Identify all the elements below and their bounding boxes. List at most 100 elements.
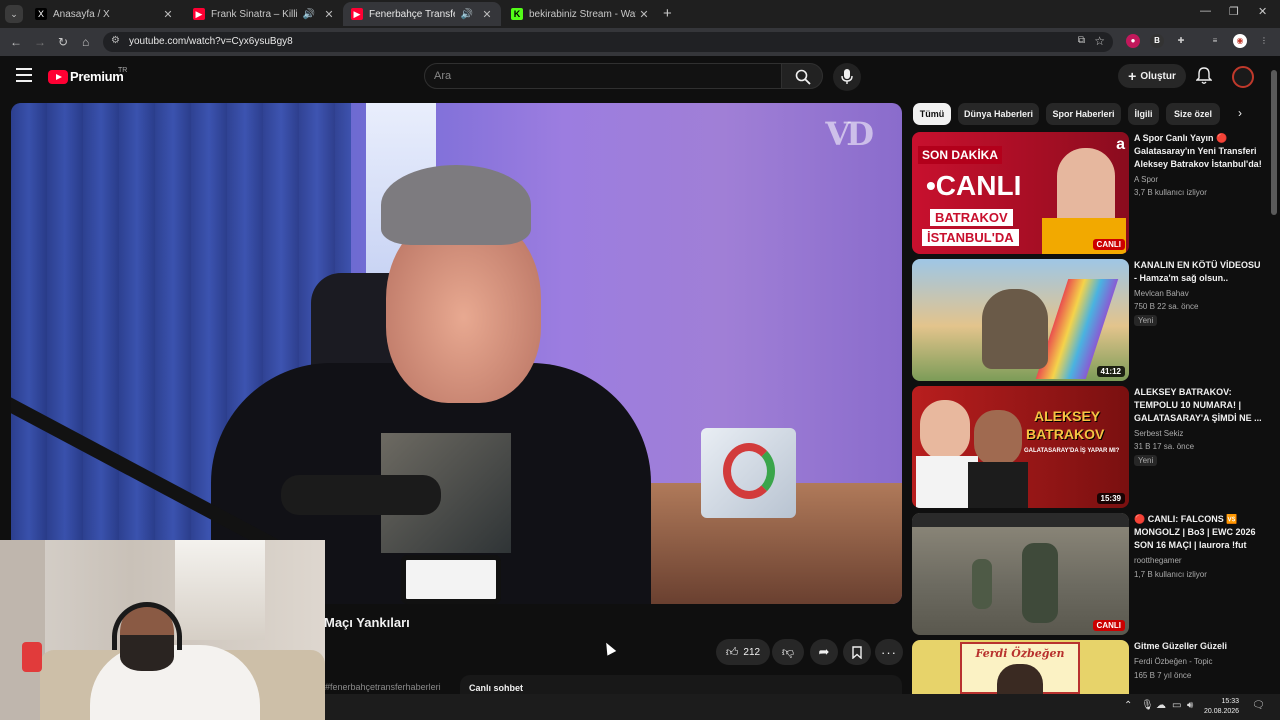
reading-list-icon[interactable]: ≡ bbox=[1208, 34, 1222, 48]
thumb-name-text: BATRAKOV bbox=[930, 209, 1013, 226]
hamburger-menu-icon[interactable] bbox=[16, 68, 32, 86]
install-app-icon[interactable]: ⧉ bbox=[1078, 35, 1085, 46]
more-horizontal-icon: ··· bbox=[881, 644, 897, 660]
bookmark-star-icon[interactable]: ☆ bbox=[1094, 34, 1105, 48]
like-button[interactable]: 👍︎ 212 bbox=[716, 639, 770, 665]
address-bar[interactable]: ⚙ youtube.com/watch?v=Cyx6ysuBgy8 ⧉ ☆ bbox=[103, 32, 1113, 52]
tray-microphone-icon[interactable]: 🎙︎ bbox=[1141, 700, 1154, 711]
recommendation-title[interactable]: ALEKSEY BATRAKOV: TEMPOLU 10 NUMARA! | G… bbox=[1134, 386, 1262, 425]
chip-all[interactable]: Tümü bbox=[913, 103, 951, 125]
create-button[interactable]: + Oluştur bbox=[1118, 64, 1186, 88]
recommendation-thumbnail[interactable]: Ferdi Özbeğen bbox=[912, 640, 1129, 694]
notifications-button[interactable] bbox=[1195, 67, 1213, 90]
profile-icon[interactable]: ◉ bbox=[1233, 34, 1247, 48]
thumb-rainbow-stairs bbox=[1035, 279, 1119, 379]
live-badge: CANLI bbox=[1092, 620, 1125, 631]
new-badge: Yeni bbox=[1134, 455, 1158, 466]
recommendation-channel[interactable]: A Spor bbox=[1134, 175, 1158, 184]
duration-badge: 15:39 bbox=[1096, 493, 1125, 504]
site-info-icon[interactable]: ⚙ bbox=[111, 35, 120, 46]
voice-search-button[interactable] bbox=[833, 63, 861, 91]
recommendation-channel[interactable]: Mevlcan Bahav bbox=[1134, 289, 1189, 298]
browser-tab-fenerbahce[interactable]: ▶ Fenerbahçe Transferleri Ne 🔊 ✕ bbox=[343, 2, 501, 26]
recommendation-thumbnail[interactable]: SON DAKİKA •CANLI BATRAKOV İSTANBUL'DA a… bbox=[912, 132, 1129, 254]
channel-watermark-logo[interactable]: VD bbox=[825, 115, 874, 153]
hashtag-link[interactable]: #fenerbahçetransferhaberleri bbox=[325, 682, 441, 692]
extension-icon[interactable]: B bbox=[1150, 34, 1164, 48]
recommendation-thumbnail[interactable]: CANLI bbox=[912, 513, 1129, 635]
recommendation-meta: 31 B 17 sa. önce bbox=[1134, 442, 1195, 451]
video-player[interactable]: VD bbox=[11, 103, 902, 604]
close-tab-icon[interactable]: ✕ bbox=[160, 8, 176, 21]
browser-tab-bar: ⌄ X Anasayfa / X ✕ ▶ Frank Sinatra – Kil… bbox=[0, 0, 1280, 28]
taskbar-clock[interactable]: 15:33 20.08.2026 bbox=[1204, 697, 1239, 717]
chip-sports-news[interactable]: Spor Haberleri bbox=[1046, 103, 1121, 125]
restore-icon[interactable]: ❐ bbox=[1229, 5, 1239, 18]
extension-icon[interactable]: ● bbox=[1126, 34, 1140, 48]
bell-icon bbox=[1195, 67, 1213, 84]
reload-icon[interactable]: ↻ bbox=[58, 35, 68, 49]
close-tab-icon[interactable]: ✕ bbox=[479, 8, 495, 21]
account-avatar[interactable] bbox=[1232, 66, 1254, 88]
thumb-player-face bbox=[920, 400, 970, 460]
live-badge: CANLI bbox=[1092, 239, 1125, 250]
new-badge: Yeni bbox=[1134, 315, 1158, 326]
close-tab-icon[interactable]: ✕ bbox=[636, 8, 652, 21]
tray-cloud-icon[interactable]: ☁ bbox=[1156, 700, 1166, 711]
close-tab-icon[interactable]: ✕ bbox=[321, 8, 337, 21]
recommendation-channel[interactable]: Serbest Sekiz bbox=[1134, 429, 1183, 438]
tray-volume-icon[interactable]: 🔊︎ bbox=[1187, 700, 1193, 711]
new-tab-icon[interactable]: + bbox=[663, 5, 672, 22]
recommendation-channel[interactable]: rootthegamer bbox=[1134, 556, 1182, 565]
thumb-city-text: İSTANBUL'DA bbox=[922, 229, 1019, 246]
home-icon[interactable]: ⌂ bbox=[82, 35, 89, 49]
recommendation-thumbnail[interactable]: ALEKSEY BATRAKOV GALATASARAY'DA İŞ YAPAR… bbox=[912, 386, 1129, 508]
tray-network-icon[interactable]: ▭ bbox=[1172, 700, 1181, 711]
tray-chevron-up-icon[interactable]: ⌃ bbox=[1124, 700, 1132, 711]
youtube-premium-logo[interactable]: Premium bbox=[70, 69, 124, 84]
forward-icon[interactable]: → bbox=[34, 35, 46, 49]
browser-tab-kick[interactable]: K bekirabiniz Stream - Watch Live ✕ bbox=[503, 2, 658, 26]
recommendation-title[interactable]: 🔴 CANLI: FALCONS 🆚 MONGOLZ | Bo3 | EWC 2… bbox=[1134, 513, 1262, 552]
thumb-album-cover: Ferdi Özbeğen bbox=[960, 642, 1080, 694]
speaker-icon[interactable]: 🔊 bbox=[303, 9, 315, 20]
video-frame-microphone bbox=[281, 475, 441, 515]
thumb-game-hud bbox=[912, 513, 1129, 527]
extensions-puzzle-icon[interactable]: ✚ bbox=[1174, 34, 1188, 48]
close-window-icon[interactable]: ✕ bbox=[1258, 5, 1267, 18]
taskbar bbox=[325, 694, 1280, 720]
tab-search-dropdown-icon[interactable]: ⌄ bbox=[5, 5, 23, 23]
page-scrollbar[interactable] bbox=[1271, 70, 1277, 215]
share-button[interactable]: ➦ bbox=[810, 639, 838, 665]
duration-badge: 41:12 bbox=[1096, 366, 1125, 377]
recommendation-thumbnail[interactable]: 41:12 bbox=[912, 259, 1129, 381]
speaker-icon[interactable]: 🔊 bbox=[461, 9, 473, 20]
more-actions-button[interactable]: ··· bbox=[875, 639, 903, 665]
search-input[interactable] bbox=[424, 63, 782, 89]
dislike-button[interactable]: 👎︎ bbox=[772, 639, 804, 665]
chip-related[interactable]: İlgili bbox=[1128, 103, 1159, 125]
youtube-logo-icon[interactable] bbox=[48, 70, 68, 84]
search-button[interactable] bbox=[781, 63, 823, 89]
chip-for-you[interactable]: Size özel bbox=[1166, 103, 1220, 125]
browser-menu-icon[interactable]: ⋮ bbox=[1257, 34, 1271, 48]
thumbs-down-icon: 👎︎ bbox=[781, 644, 795, 659]
recommendation-channel[interactable]: Ferdi Özbeğen - Topic bbox=[1134, 657, 1213, 666]
recommendation-title[interactable]: KANALIN EN KÖTÜ VİDEOSU - Hamza'm sağ ol… bbox=[1134, 259, 1262, 285]
browser-tab-sinatra[interactable]: ▶ Frank Sinatra – Killing Me S 🔊 ✕ bbox=[185, 2, 343, 26]
notification-center-icon[interactable]: 🗨︎ bbox=[1252, 700, 1265, 711]
thumb-live-text: •CANLI bbox=[926, 170, 1022, 201]
save-button[interactable] bbox=[843, 639, 871, 665]
minimize-icon[interactable]: — bbox=[1200, 5, 1211, 17]
chip-world-news[interactable]: Dünya Haberleri bbox=[958, 103, 1039, 125]
a-spor-logo: a bbox=[1116, 136, 1125, 153]
recommendation-title[interactable]: A Spor Canlı Yayın 🔴 Galatasaray'ın Yeni… bbox=[1134, 132, 1262, 171]
like-count: 212 bbox=[743, 646, 761, 658]
recommendation-title[interactable]: Gitme Güzeller Güzeli bbox=[1134, 640, 1262, 653]
browser-tab-x[interactable]: X Anasayfa / X ✕ bbox=[27, 2, 182, 26]
recommendation-meta: 165 B 7 yıl önce bbox=[1134, 671, 1192, 680]
clock-date: 20.08.2026 bbox=[1204, 708, 1240, 715]
back-icon[interactable]: ← bbox=[10, 35, 22, 49]
search-icon bbox=[795, 69, 811, 85]
chevron-right-icon[interactable]: › bbox=[1238, 106, 1242, 120]
